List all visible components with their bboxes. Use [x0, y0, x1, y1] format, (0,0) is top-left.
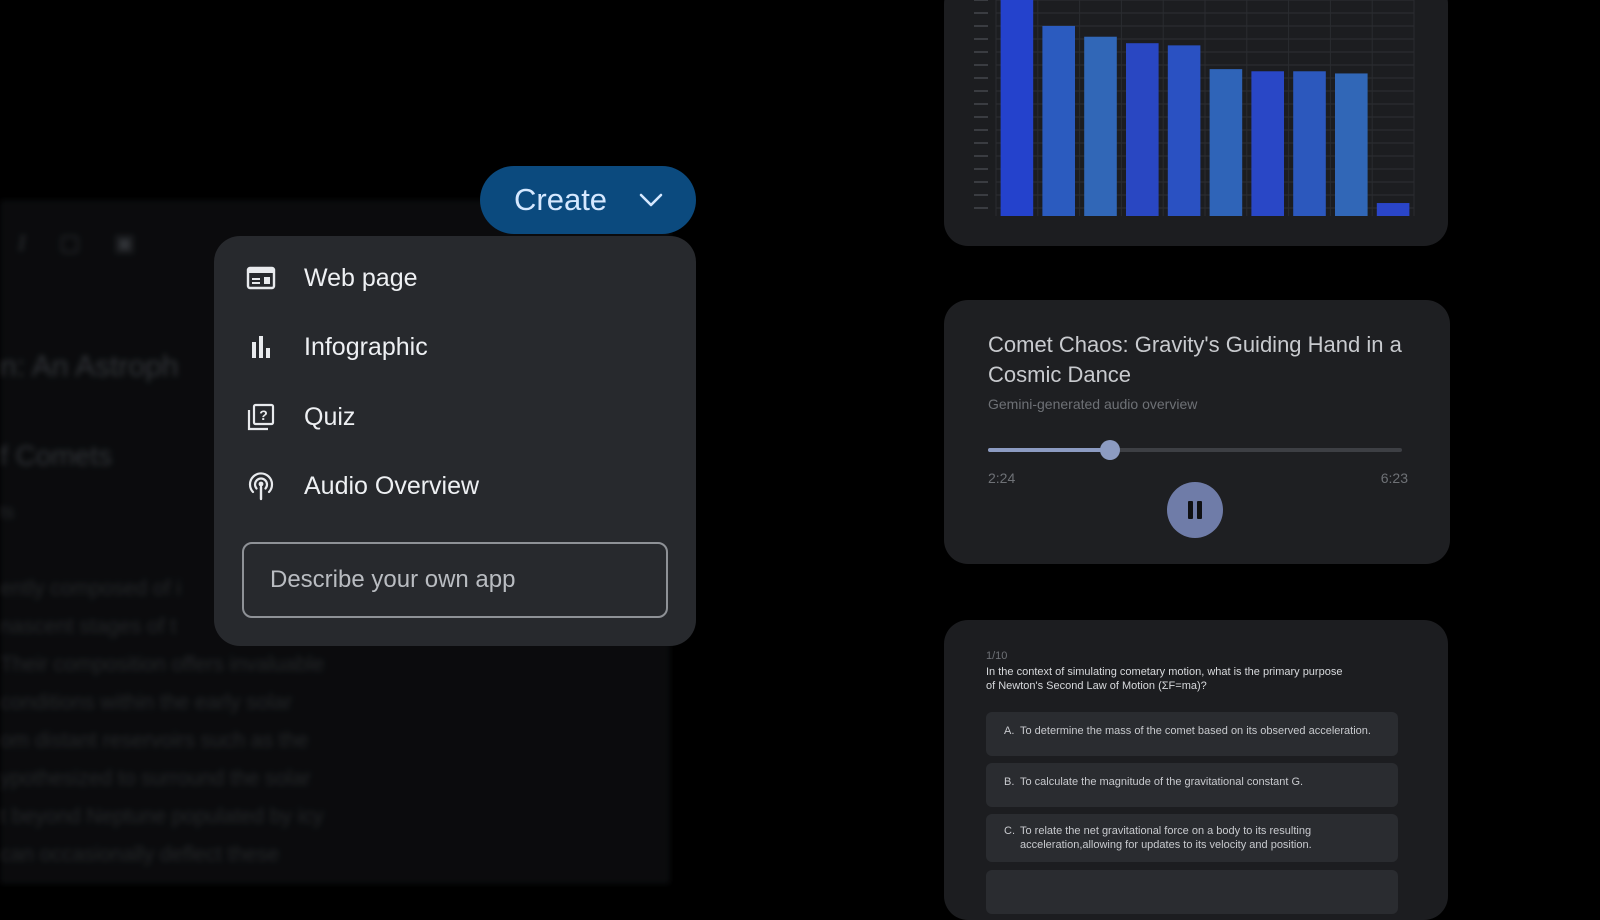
chart-bar — [1042, 25, 1076, 216]
pause-button[interactable] — [1167, 482, 1223, 538]
option-letter: A. — [1004, 725, 1015, 737]
background-subtitle: f Comets — [0, 440, 113, 471]
y-tick-mark — [974, 51, 988, 53]
chevron-down-icon — [639, 193, 663, 207]
paragraph-line: ypothesized to surround the solar — [0, 767, 311, 790]
audio-progress-slider[interactable] — [988, 440, 1402, 460]
menu-item-quiz[interactable]: ? Quiz — [246, 395, 355, 439]
audio-title: Comet Chaos: Gravity's Guiding Hand in a… — [988, 332, 1402, 387]
y-tick-mark — [974, 103, 988, 105]
y-tick-mark — [974, 12, 988, 14]
y-tick-mark — [974, 116, 988, 118]
quiz-icon: ? — [246, 402, 276, 432]
option-letter: C. — [1004, 825, 1015, 837]
audio-duration: 6:23 — [1380, 470, 1408, 486]
option-letter: B. — [1004, 776, 1015, 788]
create-menu: Web page Infographic ? Quiz Audio Overvi… — [214, 236, 696, 646]
menu-item-label: Audio Overview — [304, 471, 480, 500]
link-icon: ▣ — [114, 230, 135, 255]
menu-item-infographic[interactable]: Infographic — [246, 325, 428, 369]
y-tick-mark — [974, 0, 988, 1]
chart-bar — [1209, 69, 1243, 217]
quiz-option-c[interactable]: C. To relate the net gravitational force… — [986, 814, 1398, 862]
paragraph-line: can occasionally deflect these — [0, 843, 279, 866]
svg-text:?: ? — [259, 407, 268, 423]
paragraph-line: conditions within the early solar — [0, 691, 292, 714]
audio-progress-thumb[interactable] — [1099, 440, 1120, 460]
audio-progress-fill — [988, 448, 1110, 452]
infographic-card — [944, 0, 1448, 246]
y-tick-mark — [974, 77, 988, 79]
image-icon: ▢ — [59, 230, 81, 255]
quiz-card: 1/10 In the context of simulating cometa… — [944, 620, 1448, 920]
chart-bar — [1334, 73, 1368, 216]
chart-bar — [1084, 36, 1117, 216]
background-toolbar: I ▢ ▣ — [18, 230, 135, 256]
bar-chart — [974, 0, 1415, 217]
paragraph-line: t beyond Neptune populated by icy — [0, 805, 324, 828]
pause-icon — [1188, 501, 1202, 519]
y-tick-mark — [974, 181, 988, 183]
y-tick-mark — [974, 155, 988, 157]
y-tick-mark — [974, 38, 988, 40]
audio-overview-card: Comet Chaos: Gravity's Guiding Hand in a… — [944, 300, 1450, 564]
quiz-counter: 1/10 — [986, 650, 1008, 662]
chart-bar — [1167, 45, 1201, 216]
y-tick-mark — [974, 129, 988, 131]
chart-bar — [1000, 0, 1034, 216]
quiz-option-d[interactable] — [986, 870, 1398, 914]
describe-app-input[interactable] — [242, 542, 668, 618]
background-title: n: An Astroph — [0, 350, 179, 383]
web-page-icon — [246, 263, 276, 293]
chart-bar — [1125, 43, 1159, 217]
create-button-label: Create — [514, 182, 608, 217]
menu-item-audio-overview[interactable]: Audio Overview — [246, 464, 479, 508]
menu-item-label: Infographic — [304, 332, 428, 361]
italic-icon: I — [18, 230, 26, 255]
quiz-option-a[interactable]: A. To determine the mass of the comet ba… — [986, 712, 1398, 756]
create-button[interactable]: Create — [480, 166, 696, 234]
y-tick-mark — [974, 142, 988, 144]
option-text: To determine the mass of the comet based… — [1020, 725, 1371, 737]
y-tick-mark — [974, 194, 988, 196]
background-small-text: ts — [0, 502, 15, 522]
chart-bar — [1251, 71, 1285, 216]
audio-current-time: 2:24 — [988, 470, 1016, 486]
menu-item-web-page[interactable]: Web page — [246, 256, 418, 300]
menu-item-label: Quiz — [304, 402, 356, 431]
audio-subtitle: Gemini-generated audio overview — [988, 396, 1198, 412]
option-text: To relate the net gravitational force on… — [1020, 825, 1312, 851]
y-tick-mark — [974, 64, 988, 66]
chart-bar — [1293, 71, 1326, 216]
quiz-question: In the context of simulating cometary mo… — [986, 666, 1343, 692]
podcast-icon — [246, 471, 276, 501]
menu-item-label: Web page — [304, 263, 418, 292]
y-tick-mark — [974, 25, 988, 27]
y-tick-mark — [974, 168, 988, 170]
paragraph-line: Their composition offers invaluable — [0, 653, 325, 676]
y-tick-mark — [974, 90, 988, 92]
paragraph-line: om distant reservoirs such as the — [0, 729, 309, 752]
chart-bar — [1376, 203, 1410, 216]
y-tick-mark — [974, 207, 988, 209]
option-text: To calculate the magnitude of the gravit… — [1020, 776, 1304, 788]
quiz-option-b[interactable]: B. To calculate the magnitude of the gra… — [986, 763, 1398, 807]
bar-chart-icon — [246, 332, 276, 362]
